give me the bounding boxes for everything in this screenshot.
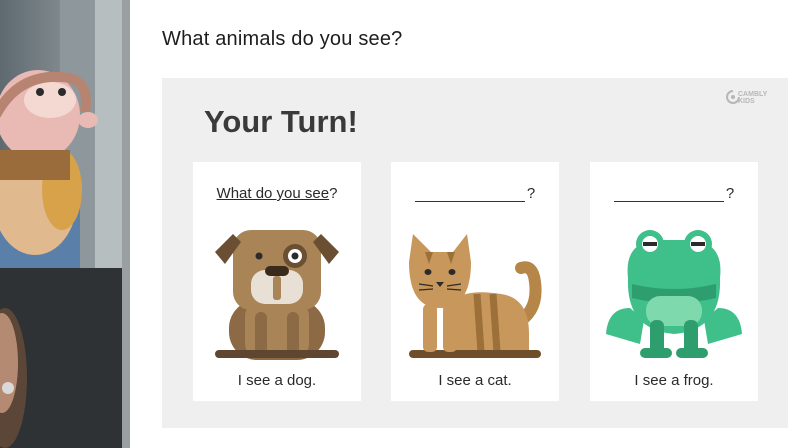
animal-card-dog: What do you see? I see a dog. <box>193 162 361 401</box>
dog-icon <box>215 230 339 360</box>
student-video-tile <box>0 268 130 448</box>
teacher-video-image <box>0 0 130 268</box>
brand-wordmark: CAMBLY KIDS <box>738 91 768 105</box>
card-prompt: What do you see? <box>216 185 338 202</box>
video-feed-panel <box>0 0 130 448</box>
answer-blank <box>613 187 724 202</box>
brand-logo: CAMBLY KIDS <box>726 88 768 110</box>
animal-card-cat: ? I see a cat. <box>391 162 559 401</box>
card-caption: I see a dog. <box>237 372 317 389</box>
teacher-video-tile <box>0 0 130 268</box>
animal-card-frog: ? I see a frog. <box>590 162 758 401</box>
card-prompt: ? <box>391 185 559 202</box>
lesson-slide: Your Turn! CAMBLY KIDS What do you see? <box>162 78 788 428</box>
student-video-image <box>0 268 130 448</box>
video-strip-divider <box>122 0 130 448</box>
answer-blank <box>414 187 525 202</box>
card-caption: I see a cat. <box>438 372 512 389</box>
slide-title: Your Turn! <box>204 104 358 139</box>
question-heading: What animals do you see? <box>162 28 403 50</box>
frog-icon <box>606 230 742 358</box>
cat-icon <box>409 234 542 358</box>
card-caption: I see a frog. <box>634 372 714 389</box>
card-prompt: ? <box>590 185 758 202</box>
